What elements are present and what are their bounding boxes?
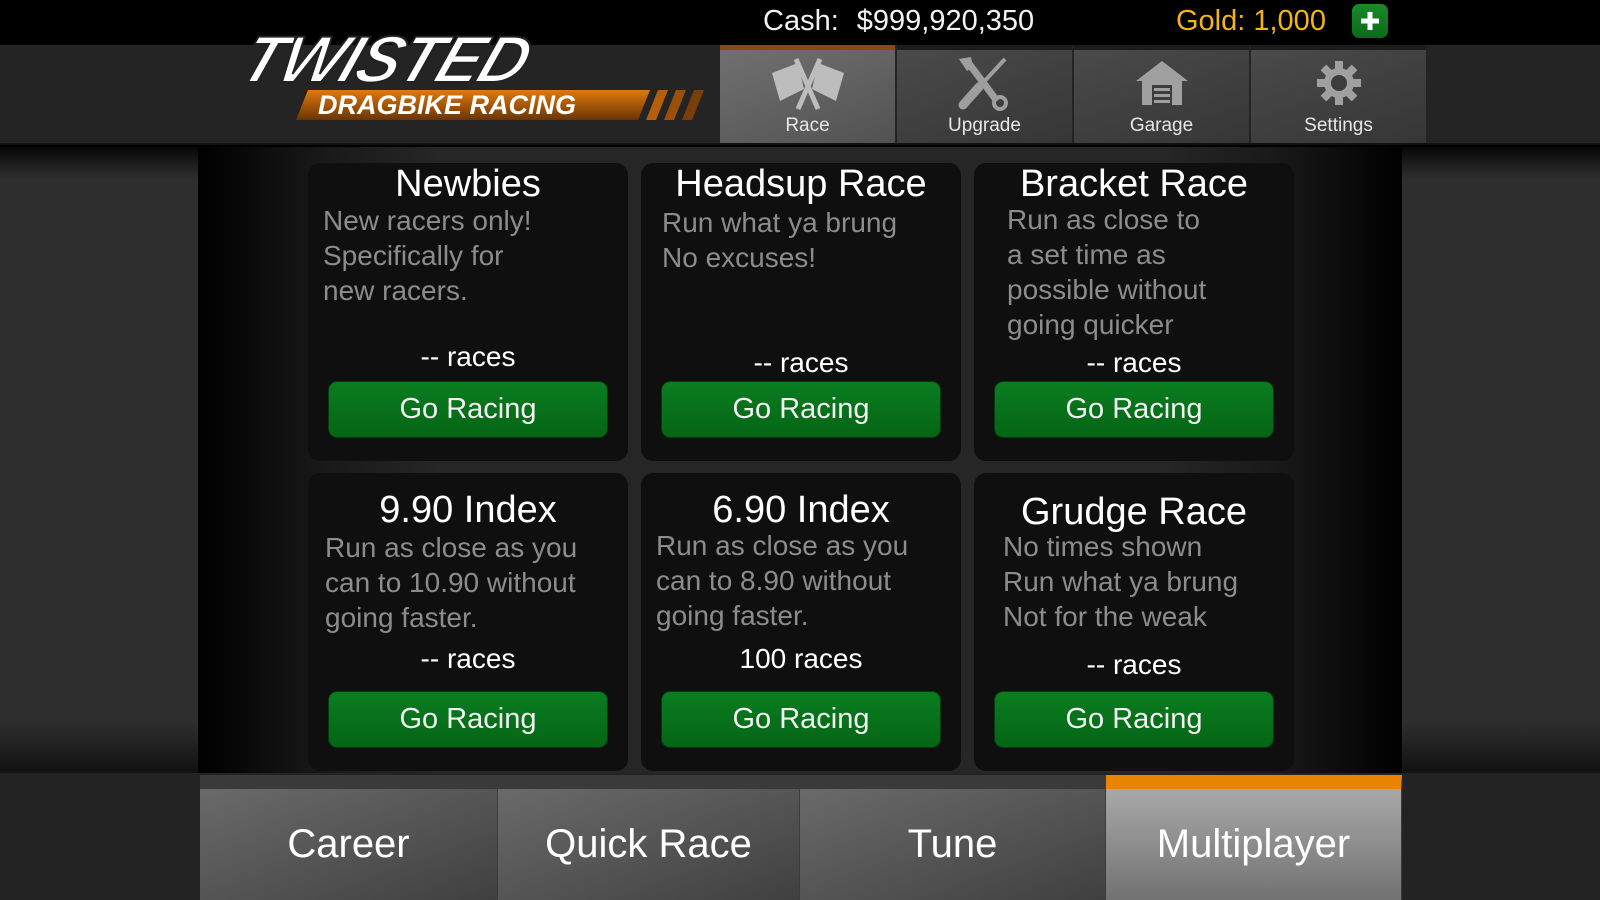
- mode-title: Grudge Race: [1020, 491, 1247, 533]
- go-racing-button[interactable]: Go Racing: [328, 691, 608, 748]
- tab-tune[interactable]: Tune: [800, 775, 1106, 900]
- nav-settings[interactable]: Settings: [1251, 45, 1426, 143]
- race-count: -- races: [1086, 649, 1182, 680]
- nav-race-label: Race: [785, 115, 830, 136]
- game-logo: TWISTED DRAGBIKE RACING: [210, 22, 735, 125]
- tab-tune-label: Tune: [907, 822, 998, 866]
- go-racing-button[interactable]: Go Racing: [994, 691, 1274, 748]
- crossed-flags-icon: [768, 53, 848, 113]
- race-modes-grid: Newbies New racers only! Specifically fo…: [198, 147, 1402, 773]
- mode-card-grudge: Grudge Race No times shown Run what ya b…: [974, 473, 1294, 771]
- mode-description: New racers only! Specifically for new ra…: [323, 205, 532, 306]
- mode-title: Bracket Race: [1019, 163, 1249, 205]
- mode-description: Run as close as you can to 8.90 without …: [656, 530, 909, 631]
- race-count: -- races: [753, 347, 849, 378]
- wrench-screwdriver-icon: [945, 53, 1025, 113]
- mode-card-bracket: Bracket Race Run as close to a set time …: [974, 163, 1294, 461]
- main-nav: Race Upgrade Garage Settings: [720, 45, 1428, 145]
- gear-icon: [1299, 53, 1379, 113]
- logo-title: TWISTED: [231, 30, 542, 97]
- mode-title: Newbies: [395, 163, 541, 205]
- mode-description: Run as close as you can to 10.90 without…: [325, 532, 578, 633]
- nav-settings-label: Settings: [1304, 115, 1373, 136]
- mode-card-990-index: 9.90 Index Run as close as you can to 10…: [308, 473, 628, 771]
- mode-card-headsup: Headsup Race Run what ya brung No excuse…: [641, 163, 961, 461]
- cash-label: Cash:: [763, 5, 839, 37]
- nav-upgrade-label: Upgrade: [948, 115, 1021, 136]
- mode-title: Headsup Race: [675, 163, 927, 205]
- tab-career-label: Career: [287, 822, 410, 866]
- nav-garage[interactable]: Garage: [1074, 45, 1249, 143]
- mode-description: Run as close to a set time as possible w…: [1007, 204, 1207, 340]
- tab-multiplayer-label: Multiplayer: [1156, 822, 1351, 866]
- cash-display: Cash: $999,920,350: [763, 5, 1034, 38]
- race-count: 100 races: [739, 643, 863, 674]
- go-racing-button[interactable]: Go Racing: [994, 381, 1274, 438]
- nav-race[interactable]: Race: [720, 45, 895, 143]
- mode-card-newbies: Newbies New racers only! Specifically fo…: [308, 163, 628, 461]
- race-count: -- races: [420, 341, 516, 372]
- go-racing-button[interactable]: Go Racing: [661, 691, 941, 748]
- race-count: -- races: [1086, 347, 1182, 378]
- cash-value: $999,920,350: [856, 5, 1035, 37]
- mode-title: 6.90 Index: [712, 489, 890, 531]
- tab-career[interactable]: Career: [200, 775, 498, 900]
- race-count: -- races: [420, 643, 516, 674]
- left-panel: [0, 147, 198, 773]
- mode-description: No times shown Run what ya brung Not for…: [1003, 531, 1239, 632]
- go-racing-button[interactable]: Go Racing: [328, 381, 608, 438]
- tab-quick-race[interactable]: Quick Race: [498, 775, 800, 900]
- mode-description: Run what ya brung No excuses!: [662, 207, 898, 273]
- mode-title: 9.90 Index: [379, 489, 557, 531]
- garage-icon: [1122, 53, 1202, 113]
- nav-upgrade[interactable]: Upgrade: [897, 45, 1072, 143]
- right-panel: [1402, 147, 1600, 773]
- nav-garage-label: Garage: [1129, 115, 1194, 136]
- mode-card-690-index: 6.90 Index Run as close as you can to 8.…: [641, 473, 961, 771]
- plus-icon: [1361, 12, 1379, 30]
- logo-subtitle: DRAGBIKE RACING: [318, 90, 576, 120]
- add-gold-button[interactable]: [1352, 4, 1388, 38]
- gold-display: Gold: 1,000: [1176, 5, 1326, 37]
- go-racing-button[interactable]: Go Racing: [661, 381, 941, 438]
- mode-tabs: Career Quick Race Tune Multiplayer: [200, 775, 1402, 900]
- tab-multiplayer[interactable]: Multiplayer: [1106, 775, 1402, 900]
- tab-quick-race-label: Quick Race: [545, 822, 752, 866]
